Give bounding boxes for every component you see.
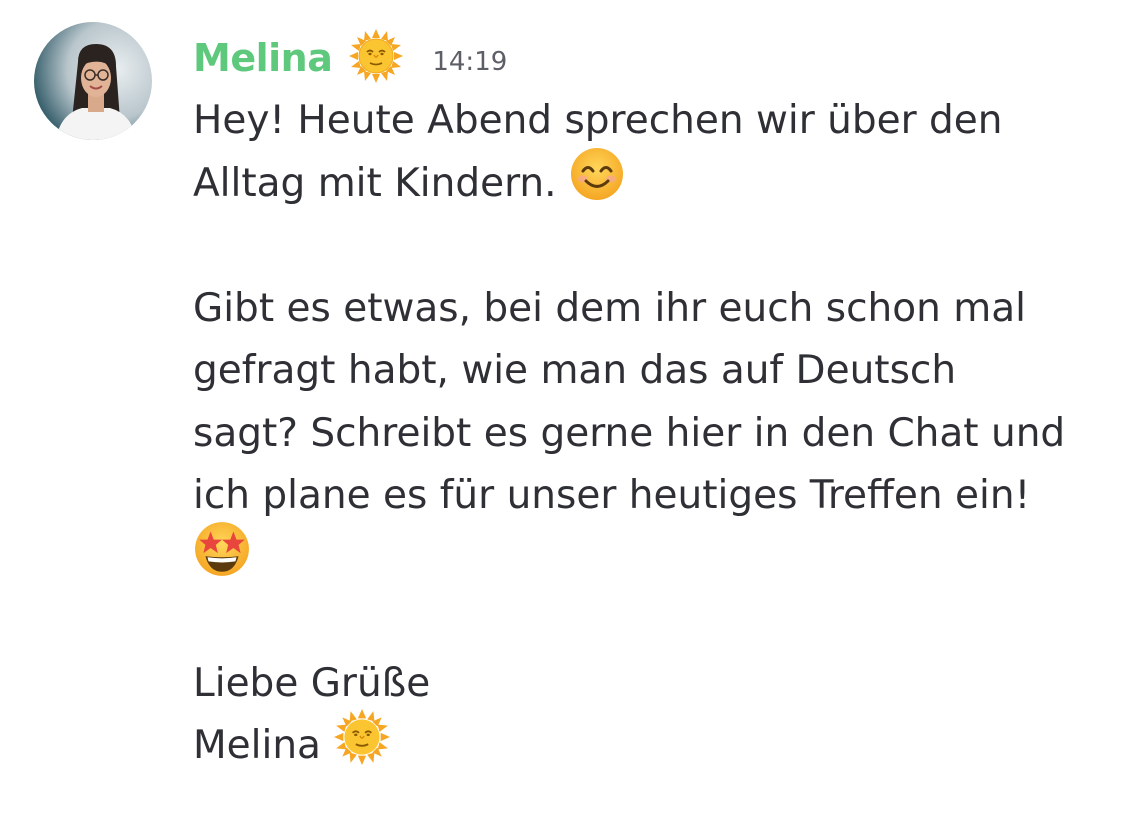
star-struck-icon: [193, 520, 251, 598]
chat-message: Melina 14:19 Hey! Heute Abend sprechen w…: [0, 0, 1124, 833]
message-line: [193, 522, 1118, 591]
message-line: Hey! Heute Abend sprechen wir über den: [193, 98, 1003, 143]
message-line: [193, 590, 1118, 653]
message-line: sagt? Schreibt es gerne hier in den Chat…: [193, 410, 1066, 456]
message-line: Liebe Grüße: [193, 660, 431, 706]
sun-with-face-icon: [348, 28, 404, 88]
avatar-portrait-icon: [56, 44, 136, 140]
avatar[interactable]: [34, 22, 152, 140]
message-line: ich plane es für unser heutiges Treffen …: [193, 473, 1031, 518]
smiling-face-with-smiling-eyes-icon: [569, 146, 625, 222]
message-line: Alltag mit Kindern.: [193, 148, 1118, 216]
message-line: Gibt es etwas, bei dem ihr euch schon ma…: [193, 285, 1026, 331]
author-name[interactable]: Melina: [193, 36, 333, 80]
message-line: [193, 215, 1118, 278]
message-line: gefragt habt, wie man das auf Deutsch: [193, 348, 957, 393]
message-line: Melina: [193, 708, 1118, 778]
message-header: Melina 14:19: [193, 28, 507, 88]
sun-with-face-icon: [333, 708, 391, 786]
message-timestamp[interactable]: 14:19: [432, 47, 507, 77]
message-content: Hey! Heute Abend sprechen wir über den A…: [193, 90, 1118, 778]
